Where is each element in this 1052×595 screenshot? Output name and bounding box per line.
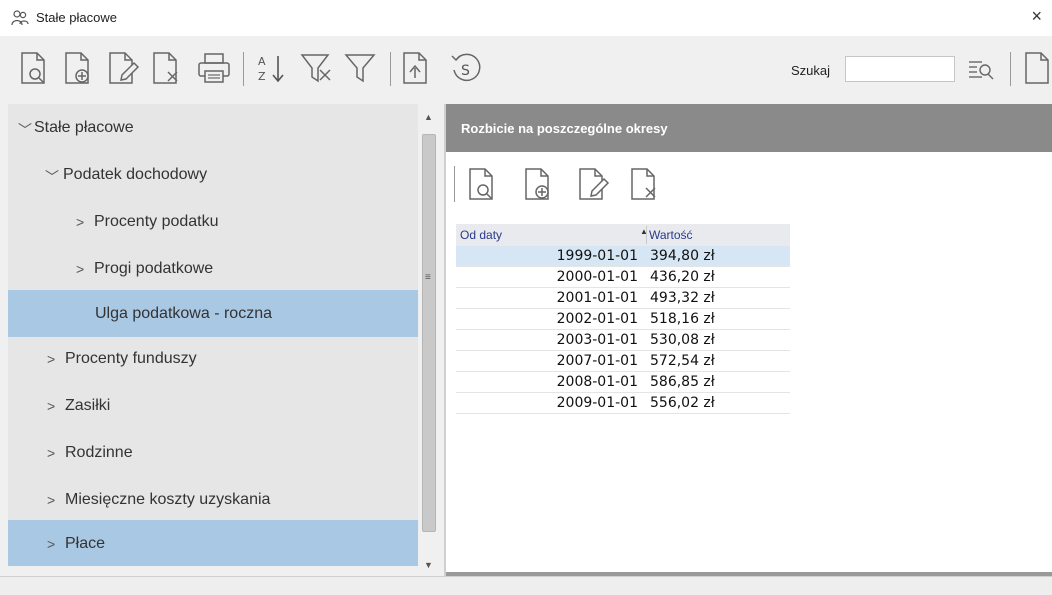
document-add-icon[interactable] bbox=[60, 50, 96, 86]
column-separator[interactable] bbox=[646, 226, 647, 244]
svg-text:Z: Z bbox=[258, 70, 266, 83]
cell-date: 2008-01-01 bbox=[556, 374, 638, 390]
tree-item-rodzinne[interactable]: > Rodzinne bbox=[8, 431, 418, 478]
document-edit-icon[interactable] bbox=[104, 50, 140, 86]
close-button[interactable]: × bbox=[1031, 6, 1042, 27]
toolbar-separator bbox=[390, 52, 391, 86]
chevron-right-icon[interactable]: > bbox=[47, 536, 55, 552]
document-view-icon[interactable] bbox=[464, 166, 500, 202]
document-edit-icon[interactable] bbox=[574, 166, 610, 202]
scrollbar-thumb[interactable] bbox=[422, 134, 436, 532]
cell-value: 530,08 zł bbox=[650, 332, 715, 348]
cell-value: 518,16 zł bbox=[650, 311, 715, 327]
chevron-right-icon[interactable]: > bbox=[47, 492, 55, 508]
panel-header: Rozbicie na poszczególne okresy bbox=[446, 104, 1052, 152]
toolbar-separator bbox=[1010, 52, 1011, 86]
table-row[interactable]: 1999-01-01 394,80 zł bbox=[456, 246, 790, 267]
status-bar bbox=[0, 576, 1052, 595]
sort-az-icon[interactable]: A Z bbox=[252, 50, 288, 86]
cell-value: 586,85 zł bbox=[650, 374, 715, 390]
main-toolbar: A Z S Szukaj bbox=[0, 36, 1052, 104]
tree-item-zasilki[interactable]: > Zasiłki bbox=[8, 384, 418, 431]
cell-value: 493,32 zł bbox=[650, 290, 715, 306]
printer-icon[interactable] bbox=[196, 50, 232, 86]
cell-value: 394,80 zł bbox=[650, 248, 715, 264]
scroll-up-icon[interactable]: ▲ bbox=[424, 112, 433, 122]
table-row[interactable]: 2001-01-01 493,32 zł bbox=[456, 288, 790, 309]
cell-date: 2009-01-01 bbox=[556, 395, 638, 411]
tree-item-progi-podatkowe[interactable]: > Progi podatkowe bbox=[8, 247, 418, 294]
tree-item-label: Miesięczne koszty uzyskania bbox=[65, 491, 271, 508]
tree-item-stale-placowe[interactable]: ﹀ Stałe płacowe bbox=[8, 106, 418, 153]
chevron-right-icon[interactable]: > bbox=[47, 445, 55, 461]
chevron-right-icon[interactable]: > bbox=[47, 398, 55, 414]
cell-value: 436,20 zł bbox=[650, 269, 715, 285]
currency-refresh-icon[interactable]: S bbox=[448, 50, 484, 86]
panel-title: Rozbicie na poszczególne okresy bbox=[461, 121, 668, 136]
column-header-date[interactable]: Od daty bbox=[460, 228, 502, 242]
tree-item-podatek-dochodowy[interactable]: ﹀ Podatek dochodowy bbox=[8, 153, 418, 200]
tree-item-ulga-podatkowa-roczna[interactable]: Ulga podatkowa - roczna bbox=[8, 290, 418, 337]
chevron-right-icon[interactable]: > bbox=[76, 261, 84, 277]
panel-toolbar bbox=[446, 152, 1052, 214]
table-row[interactable]: 2009-01-01 556,02 zł bbox=[456, 393, 790, 414]
cell-date: 2002-01-01 bbox=[556, 311, 638, 327]
scroll-down-icon[interactable]: ▼ bbox=[424, 560, 433, 570]
cell-date: 2001-01-01 bbox=[556, 290, 638, 306]
toolbar-separator bbox=[243, 52, 244, 86]
document-icon[interactable] bbox=[1020, 50, 1052, 86]
table-row[interactable]: 2007-01-01 572,54 zł bbox=[456, 351, 790, 372]
tree-item-label: Procenty funduszy bbox=[65, 350, 197, 367]
table-row[interactable]: 2002-01-01 518,16 zł bbox=[456, 309, 790, 330]
tree-item-procenty-podatku[interactable]: > Procenty podatku bbox=[8, 200, 418, 247]
search-label: Szukaj bbox=[791, 63, 831, 78]
document-delete-icon[interactable] bbox=[148, 50, 184, 86]
search-input[interactable] bbox=[845, 56, 955, 82]
cell-date: 2000-01-01 bbox=[556, 269, 638, 285]
chevron-down-icon[interactable]: ﹀ bbox=[18, 120, 32, 140]
toolbar-separator bbox=[454, 166, 455, 202]
table-row[interactable]: 2008-01-01 586,85 zł bbox=[456, 372, 790, 393]
svg-text:S: S bbox=[461, 63, 470, 79]
table-row[interactable]: 2003-01-01 530,08 zł bbox=[456, 330, 790, 351]
tree-item-label: Zasiłki bbox=[65, 397, 111, 414]
periods-grid: Od daty ▲ Wartość 1999-01-01 394,80 zł 2… bbox=[456, 224, 790, 414]
chevron-right-icon[interactable]: > bbox=[47, 351, 55, 367]
document-add-icon[interactable] bbox=[520, 166, 556, 202]
tree-item-label: Płace bbox=[65, 535, 106, 552]
tree-item-label: Procenty podatku bbox=[94, 213, 219, 230]
tree-item-label: Rodzinne bbox=[65, 444, 133, 461]
column-header-value[interactable]: Wartość bbox=[649, 228, 693, 242]
grid-header: Od daty ▲ Wartość bbox=[456, 224, 790, 246]
tree-item-place[interactable]: > Płace bbox=[8, 520, 418, 566]
tree-item-label: Progi podatkowe bbox=[94, 260, 214, 277]
tree-item-label: Stałe płacowe bbox=[34, 119, 134, 136]
title-bar: Stałe płacowe × bbox=[0, 0, 1052, 36]
export-icon[interactable] bbox=[398, 50, 434, 86]
svg-text:A: A bbox=[258, 55, 266, 68]
tree-view: ﹀ Stałe płacowe ﹀ Podatek dochodowy > Pr… bbox=[8, 104, 418, 566]
tree-scrollbar[interactable]: ▲ ≡ ▼ bbox=[419, 104, 439, 576]
chevron-right-icon[interactable]: > bbox=[76, 214, 84, 230]
window-title: Stałe płacowe bbox=[36, 10, 117, 25]
tree-item-miesieczne-koszty[interactable]: > Miesięczne koszty uzyskania bbox=[8, 478, 418, 525]
cell-date: 2003-01-01 bbox=[556, 332, 638, 348]
cell-value: 556,02 zł bbox=[650, 395, 715, 411]
table-row[interactable]: 2000-01-01 436,20 zł bbox=[456, 267, 790, 288]
cell-date: 1999-01-01 bbox=[556, 248, 638, 264]
tree-item-label: Ulga podatkowa - roczna bbox=[95, 305, 272, 322]
periods-panel: Rozbicie na poszczególne okresy Od daty … bbox=[446, 104, 1052, 576]
people-group-icon bbox=[11, 10, 29, 26]
chevron-down-icon[interactable]: ﹀ bbox=[45, 167, 59, 187]
tree-item-procenty-funduszy[interactable]: > Procenty funduszy bbox=[8, 337, 418, 384]
grip-icon: ≡ bbox=[425, 272, 431, 283]
document-view-icon[interactable] bbox=[16, 50, 52, 86]
tree-item-label: Podatek dochodowy bbox=[63, 166, 208, 183]
filter-clear-icon[interactable] bbox=[298, 50, 334, 86]
filter-icon[interactable] bbox=[342, 50, 378, 86]
document-delete-icon[interactable] bbox=[626, 166, 662, 202]
search-list-icon[interactable] bbox=[966, 54, 996, 84]
cell-value: 572,54 zł bbox=[650, 353, 715, 369]
cell-date: 2007-01-01 bbox=[556, 353, 638, 369]
